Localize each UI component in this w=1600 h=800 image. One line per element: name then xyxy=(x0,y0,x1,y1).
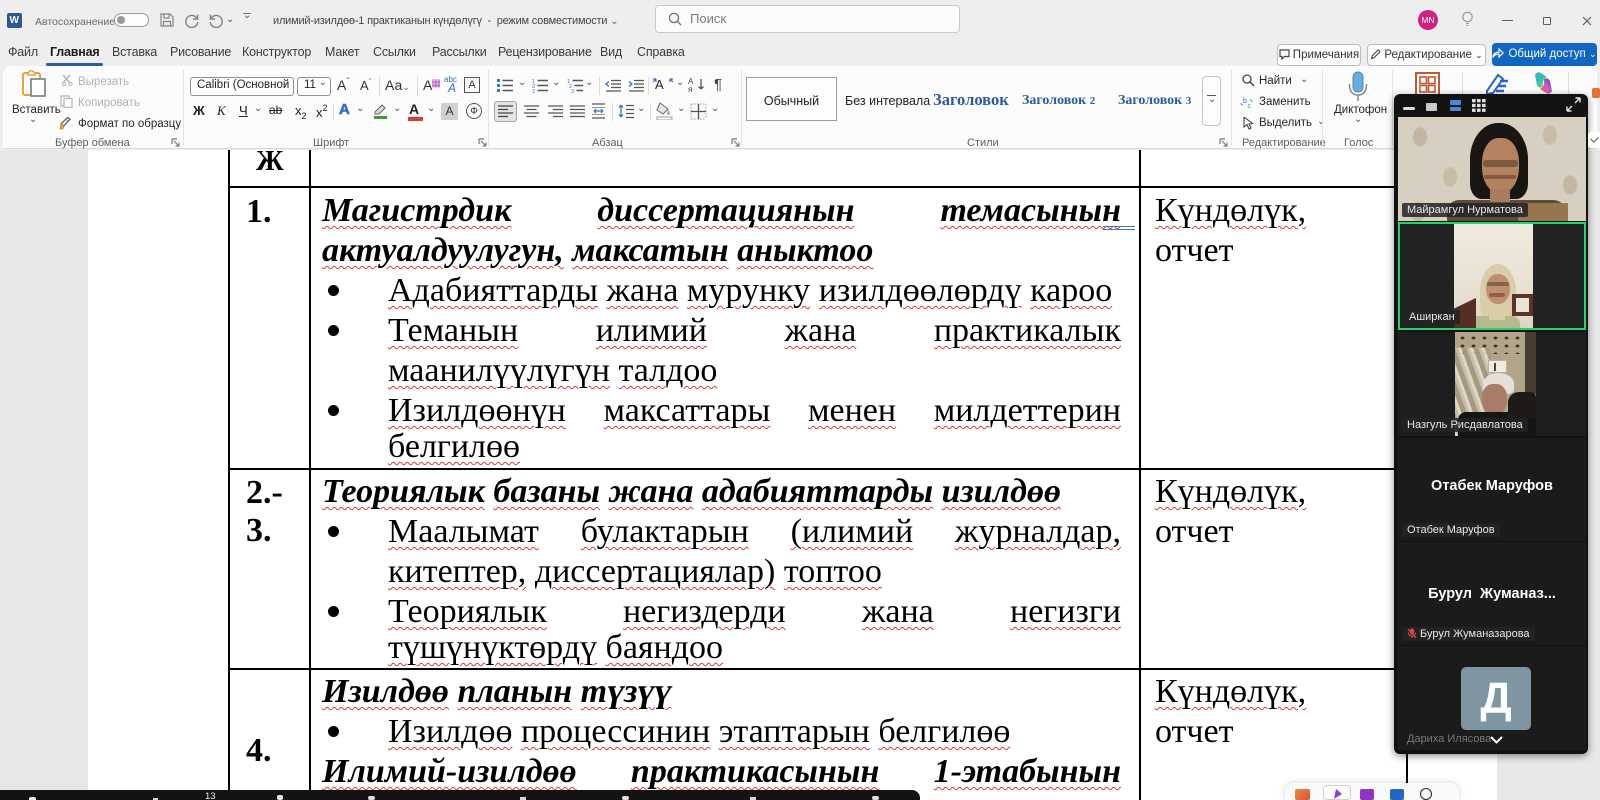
svg-text:3: 3 xyxy=(571,89,574,93)
svg-text:b: b xyxy=(1243,98,1247,105)
svg-text:3: 3 xyxy=(532,89,535,93)
svg-text:я: я xyxy=(688,85,692,93)
svg-text:c: c xyxy=(1248,103,1252,109)
